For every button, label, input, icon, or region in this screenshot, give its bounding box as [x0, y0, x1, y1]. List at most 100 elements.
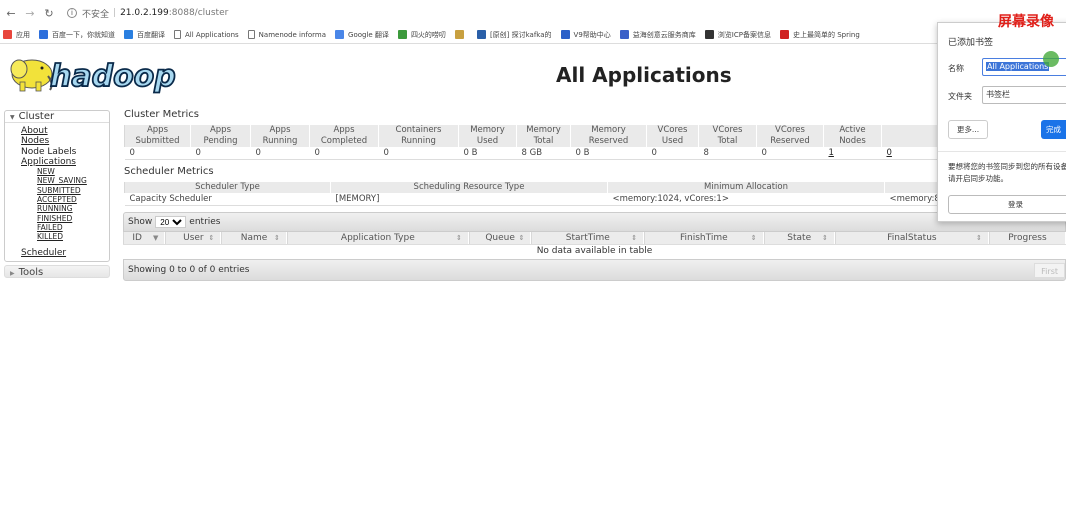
column-header[interactable]: Progress	[988, 232, 1066, 244]
reload-icon[interactable]: ↻	[41, 7, 57, 20]
bookmark-item[interactable]: V9帮助中心	[560, 30, 611, 40]
screen-recording-label: 屏幕录像	[998, 14, 1054, 30]
metric-value: 0	[250, 147, 310, 160]
bookmark-item[interactable]: 益海创意云服务商库	[619, 30, 696, 40]
cluster-metrics-row: 000000 B8 GB 0 B08010	[124, 147, 1066, 160]
metric-header-line1: Apps	[146, 125, 169, 135]
metric-header-line1: Active	[839, 125, 866, 135]
metric-value: 0	[646, 147, 699, 160]
app-state-links: NEW NEW_SAVING SUBMITTED ACCEPTED RUNNIN…	[21, 167, 109, 241]
nav-state-running[interactable]: RUNNING	[37, 204, 109, 213]
metric-header-line2: Submitted	[135, 136, 180, 146]
page-size-select[interactable]: 20	[155, 216, 187, 228]
column-label: StartTime	[565, 233, 610, 243]
bookmark-label: Namenode informa	[258, 30, 327, 39]
metric-value: 0 B	[570, 147, 647, 160]
bookmark-label: Google 翻译	[348, 30, 389, 39]
nav-state-new-saving[interactable]: NEW_SAVING	[37, 176, 109, 185]
nav-state-new[interactable]: NEW	[37, 167, 109, 176]
nav-state-submitted[interactable]: SUBMITTED	[37, 186, 109, 195]
bookmark-item[interactable]: 史上最简单的 Spring	[779, 30, 860, 40]
bookmark-label: 百度翻译	[137, 30, 165, 39]
metric-header-line2: Total	[533, 136, 554, 146]
column-header[interactable]: Queue ⇕	[468, 232, 532, 244]
metric-header-line2: Pending	[203, 136, 238, 146]
bookmark-item[interactable]: [原创] 探讨kafka的	[476, 30, 552, 40]
metric-header: Memory Total	[516, 125, 571, 147]
column-header[interactable]: FinalStatus ⇕	[834, 232, 989, 244]
column-header[interactable]: Application Type ⇕	[286, 232, 469, 244]
column-label: FinalStatus	[887, 233, 937, 243]
cluster-label: Cluster	[18, 111, 55, 122]
tools-toggle[interactable]: ▶ Tools	[4, 264, 110, 278]
sort-icon: ⇕	[518, 234, 525, 242]
sign-in-button[interactable]: 登录	[948, 195, 1066, 214]
bookmark-item[interactable]: Namenode informa	[247, 30, 327, 39]
nav-state-killed[interactable]: KILLED	[37, 232, 109, 241]
cursor-indicator-icon	[1043, 51, 1059, 67]
nav-about[interactable]: About	[21, 126, 109, 136]
scheduler-header: Scheduling Resource Type	[330, 182, 608, 193]
done-button[interactable]: 完成	[1041, 120, 1066, 139]
forward-icon[interactable]: →	[22, 7, 38, 20]
bookmark-item[interactable]	[454, 30, 468, 39]
sort-desc-icon: ▼	[153, 234, 159, 242]
nav-applications[interactable]: Applications	[21, 157, 109, 167]
url-field[interactable]: i 不安全 | 21.0.2.199 :8088/cluster	[67, 7, 228, 20]
bookmark-label: All Applications	[185, 30, 239, 39]
nav-state-accepted[interactable]: ACCEPTED	[37, 195, 109, 204]
metric-header-line2: Total	[717, 136, 738, 146]
nav-scheduler[interactable]: Scheduler	[21, 248, 109, 258]
column-label: Queue	[485, 233, 515, 243]
sort-icon: ⇕	[208, 234, 215, 242]
bookmark-item[interactable]: 浏览ICP备案信息	[704, 30, 771, 40]
caret-down-icon: ▼	[10, 114, 15, 121]
bookmark-item[interactable]: 百度一下，你就知道	[39, 30, 115, 40]
nav-state-finished[interactable]: FINISHED	[37, 214, 109, 223]
address-bar: ← → ↻ i 不安全 | 21.0.2.199 :8088/cluster	[0, 0, 1066, 26]
column-header[interactable]: FinishTime ⇕	[644, 232, 764, 244]
nav-node-labels[interactable]: Node Labels	[21, 147, 109, 157]
bookmark-name-value: All Applications	[986, 62, 1050, 71]
entries-info: Showing 0 to 0 of 0 entries	[128, 265, 250, 275]
cluster-metrics-table: Apps Submitted Apps Pending Apps Running Apps C…	[124, 125, 1066, 160]
bookmark-item[interactable]: 应用	[3, 30, 30, 40]
metric-header-line2: Running	[262, 136, 298, 146]
nav-state-failed[interactable]: FAILED	[37, 223, 109, 232]
metric-header: Memory Used	[458, 125, 517, 147]
column-header[interactable]: StartTime ⇕	[531, 232, 645, 244]
tools-label: Tools	[18, 266, 44, 278]
back-icon[interactable]: ←	[3, 7, 19, 20]
column-header[interactable]: Name ⇕	[221, 232, 287, 244]
first-page-button[interactable]: First	[1034, 263, 1065, 278]
column-header[interactable]: ID ▼	[123, 232, 166, 244]
column-header[interactable]: State ⇕	[763, 232, 835, 244]
metric-header-line1: VCores	[657, 125, 688, 135]
sort-icon: ⇕	[976, 234, 982, 242]
nav-nodes[interactable]: Nodes	[21, 136, 109, 146]
sidebar-nav: ▼ Cluster About Nodes Node Labels Applica…	[4, 110, 110, 278]
info-icon[interactable]: i	[67, 8, 77, 18]
bookmark-item[interactable]: Google 翻译	[335, 30, 389, 40]
hadoop-logo[interactable]: hadoop	[6, 54, 188, 95]
sort-icon: ⇕	[631, 234, 638, 242]
bookmark-label: V9帮助中心	[573, 30, 611, 39]
metric-header-line1: Containers	[395, 125, 442, 135]
metric-header-line2: Completed	[320, 136, 368, 146]
sort-icon: ⇕	[455, 234, 462, 242]
cluster-section: ▼ Cluster About Nodes Node Labels Applica…	[4, 110, 110, 262]
decommissioned-nodes-link[interactable]: 0	[887, 148, 892, 158]
url-host: 21.0.2.199	[120, 8, 169, 18]
active-nodes-link[interactable]: 1	[829, 148, 834, 158]
url-path: :8088/cluster	[168, 8, 229, 18]
cluster-toggle[interactable]: ▼ Cluster	[5, 111, 109, 123]
popup-divider	[938, 151, 1066, 152]
metric-header: VCores Reserved	[756, 125, 824, 147]
bookmark-folder-select[interactable]: 书签栏	[982, 86, 1066, 104]
bookmark-added-popup: 已添加书签 名称 All Applications 文件夹 书签栏 更多... …	[937, 22, 1066, 222]
bookmark-item[interactable]: All Applications	[174, 30, 239, 39]
bookmark-item[interactable]: 四火的唠叨	[397, 30, 446, 40]
bookmark-item[interactable]: 百度翻译	[124, 30, 165, 40]
column-header[interactable]: User ⇕	[165, 232, 222, 244]
more-button[interactable]: 更多...	[948, 120, 988, 139]
